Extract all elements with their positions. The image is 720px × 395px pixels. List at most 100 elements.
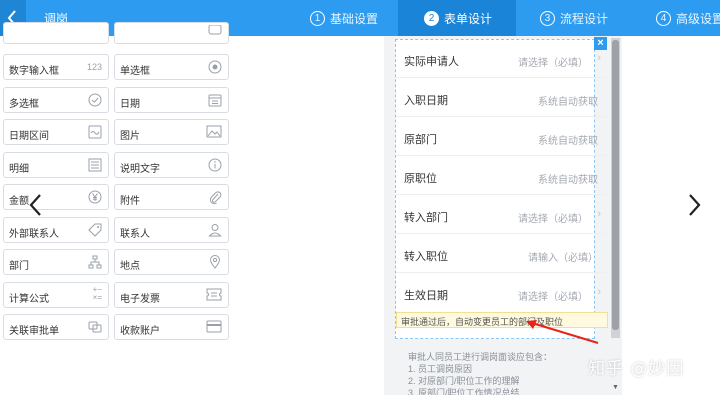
- form-row[interactable]: 转入职位 请输入（必填）: [396, 235, 606, 273]
- description-line: 3. 原部门/职位工作情况总结: [408, 388, 520, 395]
- chevron-right-icon: ›: [597, 208, 601, 220]
- tab-process-design[interactable]: 3 流程设计: [540, 0, 640, 36]
- form-row[interactable]: 原部门 系统自动获取: [396, 118, 606, 156]
- widget-label: 关联审批单: [9, 326, 59, 337]
- widget-contact[interactable]: 联系人: [114, 217, 229, 243]
- tab-form-design[interactable]: 2 表单设计: [398, 0, 516, 36]
- widget-e-invoice[interactable]: 电子发票: [114, 282, 229, 308]
- widget-linked-approval[interactable]: 关联审批单: [3, 314, 109, 340]
- description-line: 1. 员工调岗原因: [408, 364, 473, 374]
- field-value: 请输入（必填）: [528, 253, 598, 264]
- widget-label: 图片: [120, 131, 140, 142]
- widget-formula[interactable]: 计算公式 +− ×=: [3, 282, 109, 308]
- widget-amount[interactable]: 金额: [3, 184, 109, 210]
- tab-basic-settings[interactable]: 1 基础设置: [308, 0, 398, 36]
- yen-icon: [86, 190, 102, 204]
- widget-label: 多选框: [9, 99, 39, 110]
- watermark: 知乎 @妙因: [588, 359, 685, 379]
- widget-label: 明细: [9, 164, 29, 175]
- chevron-left-icon: [29, 194, 41, 216]
- form-row[interactable]: 转入部门 请选择（必填） ›: [396, 196, 606, 234]
- tab-advanced-settings[interactable]: 4 高级设置: [656, 0, 720, 36]
- field-value: 请选择（必填）: [518, 292, 588, 303]
- widget-checkbox[interactable]: 多选框: [3, 87, 109, 113]
- widget-date[interactable]: 日期: [114, 87, 229, 113]
- form-row[interactable]: 实际申请人 请选择（必填） ›: [396, 40, 606, 78]
- widget-label: 地点: [120, 261, 140, 272]
- chevron-right-icon: [689, 194, 701, 216]
- scrollbar-thumb[interactable]: [612, 40, 619, 330]
- widget-department[interactable]: 部门: [3, 249, 109, 275]
- link-icon: [86, 320, 102, 334]
- widget-location[interactable]: 地点: [114, 249, 229, 275]
- person-icon: [206, 223, 222, 237]
- radio-icon: [206, 60, 222, 74]
- widget-label: 单选框: [120, 66, 150, 77]
- card-icon: [206, 320, 222, 334]
- form-row[interactable]: 入职日期 系统自动获取: [396, 79, 606, 117]
- widget-attachment[interactable]: 附件: [114, 184, 229, 210]
- image-icon: [206, 125, 222, 139]
- widget-external-contact[interactable]: 外部联系人: [3, 217, 109, 243]
- step-label: 表单设计: [444, 11, 493, 26]
- org-chart-icon: [86, 255, 102, 269]
- calendar-icon: [206, 93, 222, 107]
- field-value: 请选择（必填）: [518, 58, 588, 69]
- field-label: 入职日期: [404, 95, 448, 107]
- date-range-icon: [86, 125, 102, 139]
- form-description: 审批人同员工进行调岗面谈应包含： 1. 员工调岗原因 2. 对原部门/职位工作的…: [408, 351, 552, 395]
- widget-partial[interactable]: [114, 22, 229, 44]
- widget-label: 附件: [120, 196, 140, 207]
- widget-label: 电子发票: [120, 294, 160, 305]
- widget-radio[interactable]: 单选框: [114, 54, 229, 80]
- step-number: 3: [540, 10, 555, 26]
- widget-number-input[interactable]: 数字输入框 123: [3, 54, 109, 80]
- check-circle-icon: [86, 93, 102, 107]
- detail-icon: [86, 158, 102, 172]
- widget-label: 收款账户: [120, 326, 160, 337]
- step-label: 基础设置: [330, 11, 379, 26]
- field-value: 系统自动获取: [538, 136, 598, 147]
- field-value: 请选择（必填）: [518, 214, 588, 225]
- chevron-right-icon: ›: [597, 286, 601, 298]
- field-label: 原职位: [404, 173, 437, 185]
- widget-label: 联系人: [120, 229, 150, 240]
- widget-detail[interactable]: 明细: [3, 152, 109, 178]
- step-number: 4: [656, 10, 671, 26]
- field-label: 转入职位: [404, 251, 448, 263]
- close-icon[interactable]: ×: [594, 37, 607, 50]
- chevron-right-icon: ›: [597, 52, 601, 64]
- widget-label: 外部联系人: [9, 229, 59, 240]
- annotation-arrow-icon: [526, 320, 599, 344]
- widget-label: 日期区间: [9, 131, 49, 142]
- step-label: 流程设计: [560, 11, 609, 26]
- widget-description-text[interactable]: 说明文字: [114, 152, 229, 178]
- widget-payee-account[interactable]: 收款账户: [114, 314, 229, 340]
- widget-icon: [206, 25, 222, 39]
- widget-partial[interactable]: [3, 22, 109, 44]
- field-label: 生效日期: [404, 290, 448, 302]
- step-label: 高级设置: [676, 11, 720, 26]
- widget-date-range[interactable]: 日期区间: [3, 119, 109, 145]
- widget-label: 计算公式: [9, 294, 49, 305]
- widget-label: 数字输入框: [9, 66, 59, 77]
- form-row[interactable]: 生效日期 请选择（必填） ›: [396, 274, 606, 312]
- field-label: 原部门: [404, 134, 437, 146]
- next-arrow-button[interactable]: [682, 185, 706, 225]
- calculator-icon: +− ×=: [92, 285, 102, 302]
- step-number: 1: [310, 10, 325, 26]
- form-row[interactable]: 原职位 系统自动获取: [396, 157, 606, 195]
- field-value: 系统自动获取: [538, 97, 598, 108]
- info-icon: [206, 158, 222, 172]
- step-number: 2: [424, 10, 439, 26]
- field-value: 系统自动获取: [538, 175, 598, 186]
- scroll-down-icon[interactable]: ▼: [612, 384, 619, 391]
- 123-icon: 123: [86, 62, 102, 72]
- description-line: 审批人同员工进行调岗面谈应包含：: [408, 352, 553, 362]
- paperclip-icon: [206, 190, 222, 204]
- widget-label: 说明文字: [120, 164, 160, 175]
- widget-image[interactable]: 图片: [114, 119, 229, 145]
- widget-label: 日期: [120, 99, 140, 110]
- prev-arrow-button[interactable]: [24, 185, 48, 225]
- field-label: 转入部门: [404, 212, 448, 224]
